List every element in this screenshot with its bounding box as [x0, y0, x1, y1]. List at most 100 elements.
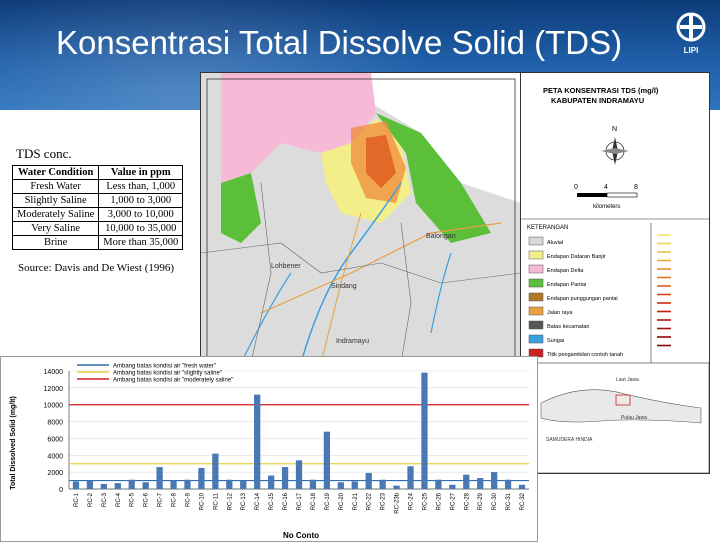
table-cell: 10,000 to 35,000 [98, 221, 184, 236]
legend-label: Endapan Dataran Banjir [547, 254, 606, 260]
legend-canvas: PETA KONSENTRASI TDS (mg/l) KABUPATEN IN… [521, 86, 709, 473]
table-row: Fresh Water Less than, 1,000 [11, 179, 184, 194]
chart-x-tick-label: RC-22 [367, 492, 373, 510]
chart-x-tick-label: RC-4 [116, 492, 122, 507]
legend-heading: KETERANGAN [527, 225, 568, 231]
chart-x-tick-label: RC-23 [381, 492, 387, 510]
chart-x-tick-label: RC-7 [158, 492, 164, 507]
chart-x-tick-label: RC-23b [395, 492, 401, 513]
chart-bar [379, 479, 386, 489]
chart-x-tick-label: RC-32 [520, 492, 526, 510]
chart-x-tick-label: RC-8 [172, 492, 178, 507]
legend-label: Batas kecamatan [547, 324, 590, 330]
chart-bar [449, 484, 456, 489]
chart-x-tick-label: RC-27 [450, 492, 456, 510]
chart-y-tick-label: 0 [59, 487, 63, 494]
chart-bar [198, 467, 205, 489]
chart-bar [309, 479, 317, 489]
chart-bar [184, 479, 191, 489]
chart-y-tick-label: 4000 [47, 453, 63, 460]
chart-bar [170, 480, 177, 489]
chart-y-tick-label: 8000 [47, 420, 63, 427]
table-cell: Slightly Saline [11, 193, 100, 208]
table-row: Slightly Saline 1,000 to 3,000 [11, 193, 184, 208]
chart-bar [504, 479, 512, 489]
table-row: Moderately Saline 3,000 to 10,000 [11, 207, 184, 222]
inset-label: SAMUDERA HINDIA [546, 437, 593, 443]
chart-x-tick-label: RC-21 [353, 492, 359, 510]
place-label: Lohbener [271, 263, 301, 270]
logo-text: LIPI [683, 46, 699, 55]
legend-label: Titik pengambilan contoh tanah [547, 352, 623, 358]
chart-x-tick-label: RC-19 [325, 492, 331, 510]
chart-x-tick-label: RC-12 [227, 492, 233, 510]
table-cell: Fresh Water [11, 179, 100, 194]
chart-x-tick-label: RC-2 [88, 492, 94, 507]
chart-bar [128, 479, 135, 489]
chart-x-tick-label: RC-1 [74, 492, 80, 507]
tds-label: TDS conc. [14, 146, 74, 162]
chart-bar [114, 483, 121, 489]
map-canvas: Lohbener Sindang Balongan Indramayu [201, 73, 521, 363]
chart-bar [226, 479, 233, 489]
slide-title: Konsentrasi Total Dissolve Solid (TDS) [56, 24, 623, 61]
chart-bar [142, 482, 149, 489]
legend-label: Aluvial [547, 240, 563, 246]
chart-bar [281, 467, 289, 489]
place-label: Indramayu [336, 338, 369, 345]
scale-tick: 8 [634, 184, 638, 191]
legend-swatch [528, 236, 544, 246]
table-cell: Moderately Saline [11, 207, 100, 222]
scale-tick: 0 [574, 184, 578, 191]
chart-legend-label: Ambang batas kondisi air "slightly salin… [113, 371, 222, 377]
legend-label: Endapan Delta [547, 268, 584, 274]
chart-x-tick-label: RC-10 [199, 492, 205, 510]
chart-bar [407, 466, 414, 489]
chart-y-tick-label: 6000 [47, 436, 63, 443]
chart-legend-label: Ambang batas kondisi air "fresh water" [113, 364, 216, 370]
chart-bar [323, 431, 331, 489]
chart-x-tick-label: RC-28 [464, 492, 470, 510]
chart-y-tick-label: 10000 [44, 403, 64, 410]
table-cell: 1,000 to 3,000 [98, 193, 184, 208]
legend-swatch [528, 250, 544, 260]
map-subtitle: KABUPATEN INDRAMAYU [551, 96, 644, 105]
chart-bar [72, 481, 80, 489]
scale-unit: kilometers [593, 204, 620, 210]
chart-x-tick-label: RC-26 [436, 492, 442, 510]
legend-label: Endapan punggungan pantai [547, 296, 618, 302]
chart-y-tick-label: 2000 [47, 470, 63, 477]
chart-x-tick-label: RC-31 [506, 492, 512, 510]
chart-x-tick-label: RC-5 [130, 492, 136, 507]
chart-x-tick-label: RC-15 [269, 492, 275, 510]
chart-bar [518, 484, 526, 489]
table-cell: 3,000 to 10,000 [98, 207, 184, 222]
inset-label: Laut Jawa [616, 377, 639, 383]
legend-label: Endapan Pantai [547, 282, 586, 288]
chart-bar [463, 474, 470, 489]
chart-x-tick-label: RC-13 [241, 492, 247, 510]
chart-x-tick-label: RC-9 [185, 492, 191, 507]
tds-value-scale [657, 234, 671, 347]
chart-y-tick-label: 14000 [44, 369, 64, 376]
chart-x-tick-label: RC-6 [144, 492, 150, 507]
chart-bar [240, 480, 247, 489]
table-cell: Less than, 1,000 [98, 179, 184, 194]
legend-swatch [528, 306, 544, 316]
legend-swatch [528, 292, 544, 302]
chart-x-tick-label: RC-30 [492, 492, 498, 510]
chart-x-tick-label: RC-3 [102, 492, 108, 507]
chart-x-tick-label: RC-25 [422, 492, 428, 510]
chart-legend-label: Ambang batas kondisi air "moderately sal… [113, 378, 233, 384]
chart-bar [100, 483, 107, 489]
table-header: Value in ppm [98, 165, 184, 180]
legend-swatch [528, 264, 544, 274]
legend-swatch [528, 334, 544, 344]
chart-x-tick-label: RC-14 [255, 492, 261, 510]
chart-x-axis-label: No Conto [283, 531, 319, 540]
chart-bar [351, 481, 358, 489]
chart-x-tick-label: RC-20 [339, 492, 345, 510]
scale-bar: 0 4 8 kilometers [574, 184, 638, 210]
chart-x-tick-label: RC-29 [478, 492, 484, 510]
table-source: Source: Davis and De Wiest (1996) [18, 262, 175, 274]
